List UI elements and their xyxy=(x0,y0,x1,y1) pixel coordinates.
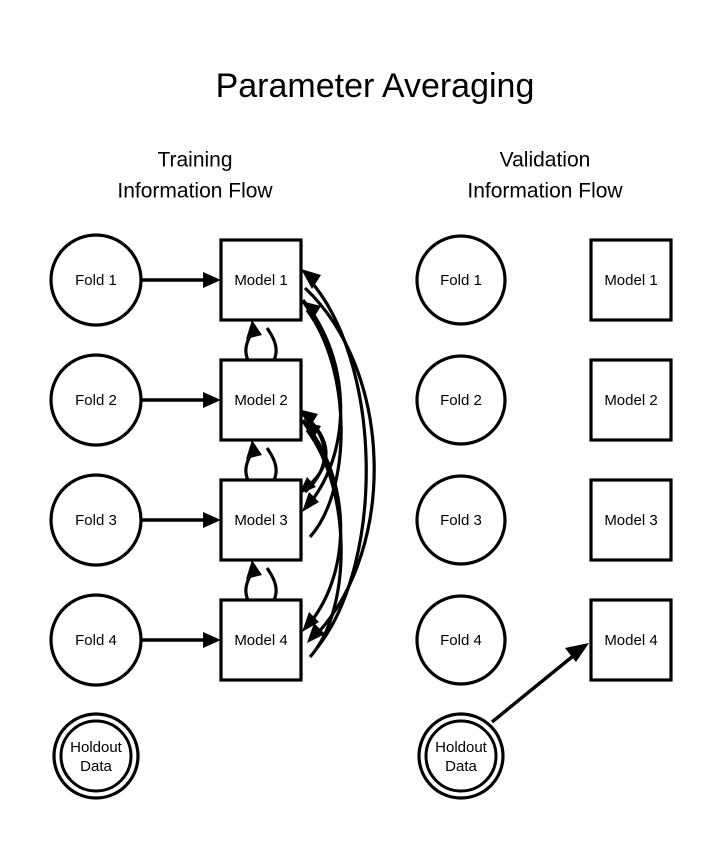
training-fold-to-model-arrows xyxy=(141,272,221,648)
diagram-canvas: Parameter Averaging Training Information… xyxy=(0,0,723,852)
training-fold-3-label: Fold 3 xyxy=(75,512,117,529)
validation-model-2-label: Model 2 xyxy=(604,392,657,409)
parameter-averaging-diagram: Parameter Averaging Training Information… xyxy=(49,67,673,800)
training-column-header-line1: Training xyxy=(157,149,232,172)
validation-column-header-line1: Validation xyxy=(500,149,591,172)
training-holdout-label-line2: Data xyxy=(80,758,112,775)
arrow-training-fold-4-to-model-4 xyxy=(141,632,221,648)
training-fold-1-label: Fold 1 xyxy=(75,272,117,289)
training-model-nodes: Model 1 Model 2 Model 3 Model 4 xyxy=(219,238,303,682)
arrow-validation-holdout-to-model-4 xyxy=(490,643,589,724)
validation-fold-4-node[interactable]: Fold 4 xyxy=(415,594,507,686)
page-title: Parameter Averaging xyxy=(216,67,535,105)
validation-fold-1-label: Fold 1 xyxy=(440,272,482,289)
training-fold-2-node[interactable]: Fold 2 xyxy=(49,353,143,447)
validation-fold-2-node[interactable]: Fold 2 xyxy=(415,354,507,446)
validation-holdout-label-line2: Data xyxy=(445,758,477,775)
validation-column-header-line2: Information Flow xyxy=(467,180,623,203)
validation-holdout-node[interactable]: Holdout Data xyxy=(417,712,505,800)
training-fold-3-node[interactable]: Fold 3 xyxy=(49,473,143,567)
training-fold-4-label: Fold 4 xyxy=(75,632,117,649)
training-model-exchange-curves xyxy=(298,269,376,659)
validation-holdout-label-line1: Holdout xyxy=(435,739,488,756)
validation-model-1-label: Model 1 xyxy=(604,272,657,289)
arrow-training-fold-1-to-model-1 xyxy=(141,272,221,288)
validation-fold-3-node[interactable]: Fold 3 xyxy=(415,474,507,566)
arrow-training-fold-3-to-model-3 xyxy=(141,512,221,528)
validation-model-4-label: Model 4 xyxy=(604,632,657,649)
training-fold-1-node[interactable]: Fold 1 xyxy=(49,233,143,327)
training-model-3-label: Model 3 xyxy=(234,512,287,529)
validation-model-nodes: Model 1 Model 2 Model 3 Model 4 xyxy=(589,238,673,682)
training-model-2-label: Model 2 xyxy=(234,392,287,409)
validation-fold-1-node[interactable]: Fold 1 xyxy=(415,234,507,326)
arrow-training-fold-2-to-model-2 xyxy=(141,392,221,408)
training-fold-2-label: Fold 2 xyxy=(75,392,117,409)
training-fold-4-node[interactable]: Fold 4 xyxy=(49,593,143,687)
training-column-header-line2: Information Flow xyxy=(117,180,273,203)
training-model-4-node[interactable]: Model 4 xyxy=(219,598,303,682)
training-model-4-label: Model 4 xyxy=(234,632,287,649)
training-holdout-label-line1: Holdout xyxy=(70,739,123,756)
validation-model-1-node[interactable]: Model 1 xyxy=(589,238,673,322)
training-holdout-node[interactable]: Holdout Data xyxy=(52,712,140,800)
validation-model-3-node[interactable]: Model 3 xyxy=(589,478,673,562)
training-model-2-node[interactable]: Model 2 xyxy=(219,358,303,442)
validation-fold-nodes: Fold 1 Fold 2 Fold 3 Fold 4 xyxy=(415,234,507,686)
training-model-1-label: Model 1 xyxy=(234,272,287,289)
validation-fold-3-label: Fold 3 xyxy=(440,512,482,529)
validation-model-3-label: Model 3 xyxy=(604,512,657,529)
validation-model-4-node[interactable]: Model 4 xyxy=(589,598,673,682)
validation-fold-2-label: Fold 2 xyxy=(440,392,482,409)
training-model-1-node[interactable]: Model 1 xyxy=(219,238,303,322)
validation-fold-4-label: Fold 4 xyxy=(440,632,482,649)
training-model-3-node[interactable]: Model 3 xyxy=(219,478,303,562)
training-fold-nodes: Fold 1 Fold 2 Fold 3 Fold 4 xyxy=(49,233,143,687)
validation-model-2-node[interactable]: Model 2 xyxy=(589,358,673,442)
